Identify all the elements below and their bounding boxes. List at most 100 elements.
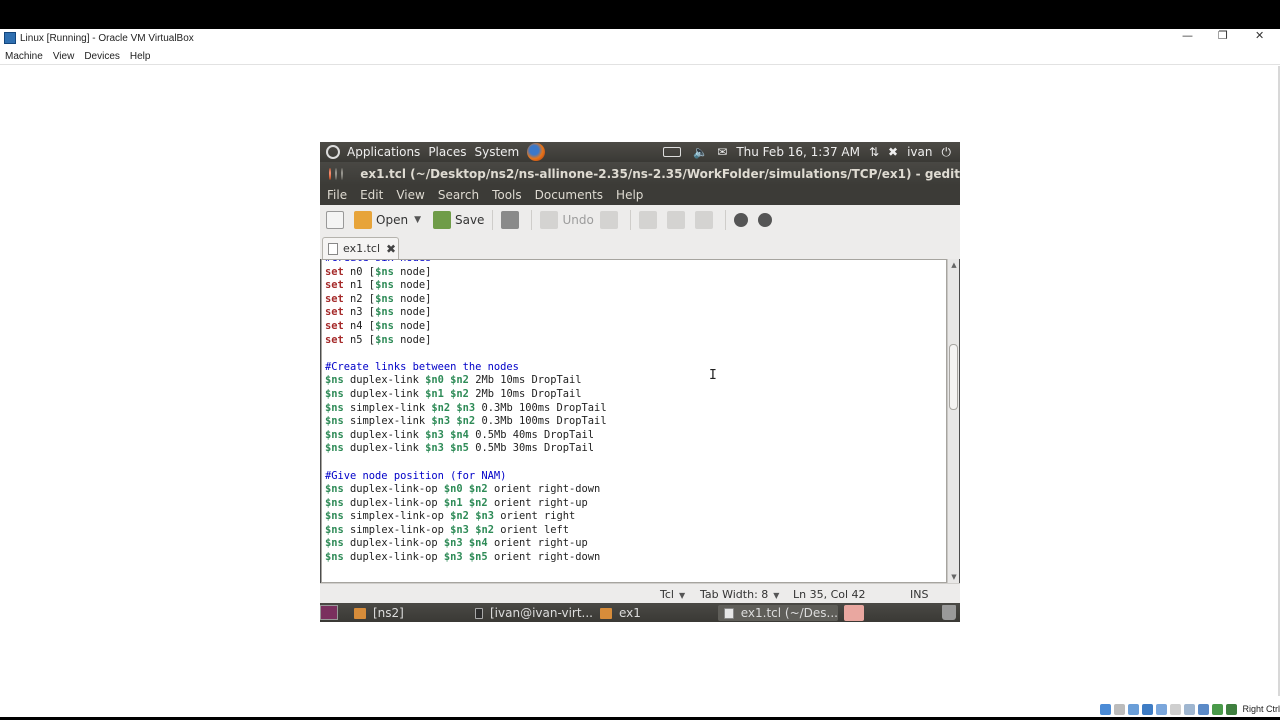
code-line[interactable]: $ns simplex-link $n3 $n2 0.3Mb 100ms Dro…	[325, 415, 607, 429]
menu-system[interactable]: System	[474, 145, 519, 159]
code-line[interactable]: $ns simplex-link $n2 $n3 0.3Mb 100ms Dro…	[325, 402, 607, 416]
code-line[interactable]: set n1 [$ns node]	[325, 279, 607, 293]
code-token: duplex-link-op	[343, 537, 444, 550]
workspace-switcher[interactable]	[844, 605, 864, 621]
new-button[interactable]	[326, 211, 348, 229]
tab-ex1-tcl[interactable]: ex1.tcl ✖	[322, 237, 399, 259]
volume-icon[interactable]: 🔈	[693, 145, 708, 159]
code-line[interactable]	[325, 347, 607, 361]
clock[interactable]: Thu Feb 16, 1:37 AM	[736, 145, 860, 159]
code-line[interactable]: $ns duplex-link-op $n1 $n2 orient right-…	[325, 497, 607, 511]
code-token: simplex-link-op	[343, 523, 451, 536]
code-line[interactable]: $ns duplex-link $n3 $n5 0.5Mb 30ms DropT…	[325, 442, 607, 456]
code-line[interactable]: $ns duplex-link-op $n3 $n4 orient right-…	[325, 537, 607, 551]
close-button[interactable]: ✕	[1255, 29, 1264, 42]
trash-icon[interactable]	[942, 605, 956, 620]
code-line[interactable]: set n4 [$ns node]	[325, 320, 607, 334]
code-line[interactable]: $ns simplex-link-op $n3 $n2 orient left	[325, 524, 607, 538]
tab-width-selector[interactable]: Tab Width: 8 ▼	[700, 588, 779, 601]
menu-view[interactable]: View	[53, 51, 75, 62]
open-button[interactable]: Open ▼	[354, 211, 421, 229]
capture-icon[interactable]	[1198, 703, 1210, 715]
menu-view[interactable]: View	[396, 188, 424, 202]
taskbar-item-terminal[interactable]: [ivan@ivan-virt...	[475, 605, 593, 621]
find-button[interactable]	[733, 213, 752, 227]
audio-icon[interactable]	[1128, 703, 1140, 715]
replace-button[interactable]	[757, 213, 776, 227]
minimize-button[interactable]: —	[1182, 29, 1193, 42]
taskbar-item-ns2[interactable]: [ns2]	[354, 605, 464, 621]
restore-button[interactable]: ❐	[1218, 29, 1228, 42]
taskbar-item-gedit[interactable]: ex1.tcl (~/Des...	[718, 605, 838, 621]
hdd-icon[interactable]	[1100, 703, 1112, 715]
network-icon[interactable]	[1142, 703, 1154, 715]
code-content[interactable]: #Create six nodesset n0 [$ns node]set n1…	[325, 260, 607, 565]
menu-applications[interactable]: Applications	[347, 145, 420, 159]
cut-button[interactable]	[638, 211, 661, 229]
print-button[interactable]	[501, 211, 523, 229]
menu-machine[interactable]: Machine	[5, 51, 43, 62]
close-tab-icon[interactable]: ✖	[386, 242, 396, 256]
firefox-icon[interactable]	[527, 143, 546, 161]
top-panel: Applications Places System 🔈 ✉ Thu Feb 1…	[320, 142, 960, 162]
scroll-up-icon[interactable]: ▲	[949, 260, 959, 270]
code-line[interactable]: set n0 [$ns node]	[325, 266, 607, 280]
code-line[interactable]: $ns duplex-link $n3 $n4 0.5Mb 40ms DropT…	[325, 429, 607, 443]
network-arrows-icon[interactable]: ⇅	[869, 145, 879, 159]
redo-button[interactable]	[599, 211, 622, 229]
code-line[interactable]	[325, 456, 607, 470]
code-token: #Give node position (for NAM)	[325, 469, 507, 482]
terminal-icon	[475, 607, 483, 619]
menu-documents[interactable]: Documents	[535, 188, 603, 202]
power-icon[interactable]: ⏻	[942, 145, 952, 160]
undo-icon	[540, 211, 559, 229]
battery-icon[interactable]	[663, 147, 682, 157]
code-line[interactable]: $ns duplex-link $n0 $n2 2Mb 10ms DropTai…	[325, 374, 607, 388]
copy-button[interactable]	[666, 211, 689, 229]
open-dropdown-icon[interactable]: ▼	[414, 215, 421, 225]
username[interactable]: ivan	[907, 145, 932, 159]
display-icon[interactable]	[1184, 703, 1196, 715]
code-line[interactable]: $ns duplex-link-op $n0 $n2 orient right-…	[325, 483, 607, 497]
menu-places[interactable]: Places	[428, 145, 466, 159]
code-line[interactable]: $ns duplex-link-op $n3 $n5 orient right-…	[325, 551, 607, 565]
code-line[interactable]: $ns simplex-link-op $n2 $n3 orient right	[325, 510, 607, 524]
code-line[interactable]: set n5 [$ns node]	[325, 334, 607, 348]
user-status-icon[interactable]: ✖	[888, 145, 898, 159]
shared-folder-icon[interactable]	[1170, 703, 1182, 715]
code-line[interactable]: set n3 [$ns node]	[325, 306, 607, 320]
text-editor[interactable]: #Create six nodesset n0 [$ns node]set n1…	[321, 259, 947, 583]
code-line[interactable]: $ns duplex-link $n1 $n2 2Mb 10ms DropTai…	[325, 388, 607, 402]
paste-icon	[694, 211, 713, 229]
window-minimize-button[interactable]	[335, 167, 338, 180]
menu-file[interactable]: File	[327, 188, 347, 202]
save-button[interactable]: Save	[432, 211, 484, 229]
code-line[interactable]: set n2 [$ns node]	[325, 293, 607, 307]
undo-button[interactable]: Undo	[540, 211, 594, 229]
window-close-button[interactable]	[329, 167, 332, 180]
scrollbar-thumb[interactable]	[949, 344, 958, 410]
window-maximize-button[interactable]	[341, 167, 344, 180]
optical-drive-icon[interactable]	[1114, 703, 1126, 715]
language-selector[interactable]: Tcl ▼	[660, 588, 685, 601]
show-desktop-icon[interactable]	[320, 605, 338, 620]
paste-button[interactable]	[694, 211, 717, 229]
usb-icon[interactable]	[1156, 703, 1168, 715]
code-token: $n2	[450, 387, 469, 400]
code-line[interactable]: #Give node position (for NAM)	[325, 470, 607, 484]
menu-help[interactable]: Help	[130, 51, 151, 62]
menu-edit[interactable]: Edit	[360, 188, 383, 202]
code-line[interactable]: #Create links between the nodes	[325, 361, 607, 375]
taskbar-item-ex1[interactable]: ex1	[600, 605, 710, 621]
menu-tools[interactable]: Tools	[492, 188, 522, 202]
scroll-down-icon[interactable]: ▼	[949, 572, 959, 582]
menu-help[interactable]: Help	[616, 188, 643, 202]
code-token: simplex-link	[343, 415, 432, 428]
virtualbox-icon	[4, 32, 16, 44]
mail-icon[interactable]: ✉	[717, 145, 727, 159]
editor-scrollbar[interactable]: ▲ ▼	[947, 259, 959, 583]
menu-search[interactable]: Search	[438, 188, 479, 202]
code-token: set	[325, 306, 344, 319]
menu-devices[interactable]: Devices	[84, 51, 120, 62]
code-line[interactable]: #Create six nodes	[325, 260, 607, 266]
